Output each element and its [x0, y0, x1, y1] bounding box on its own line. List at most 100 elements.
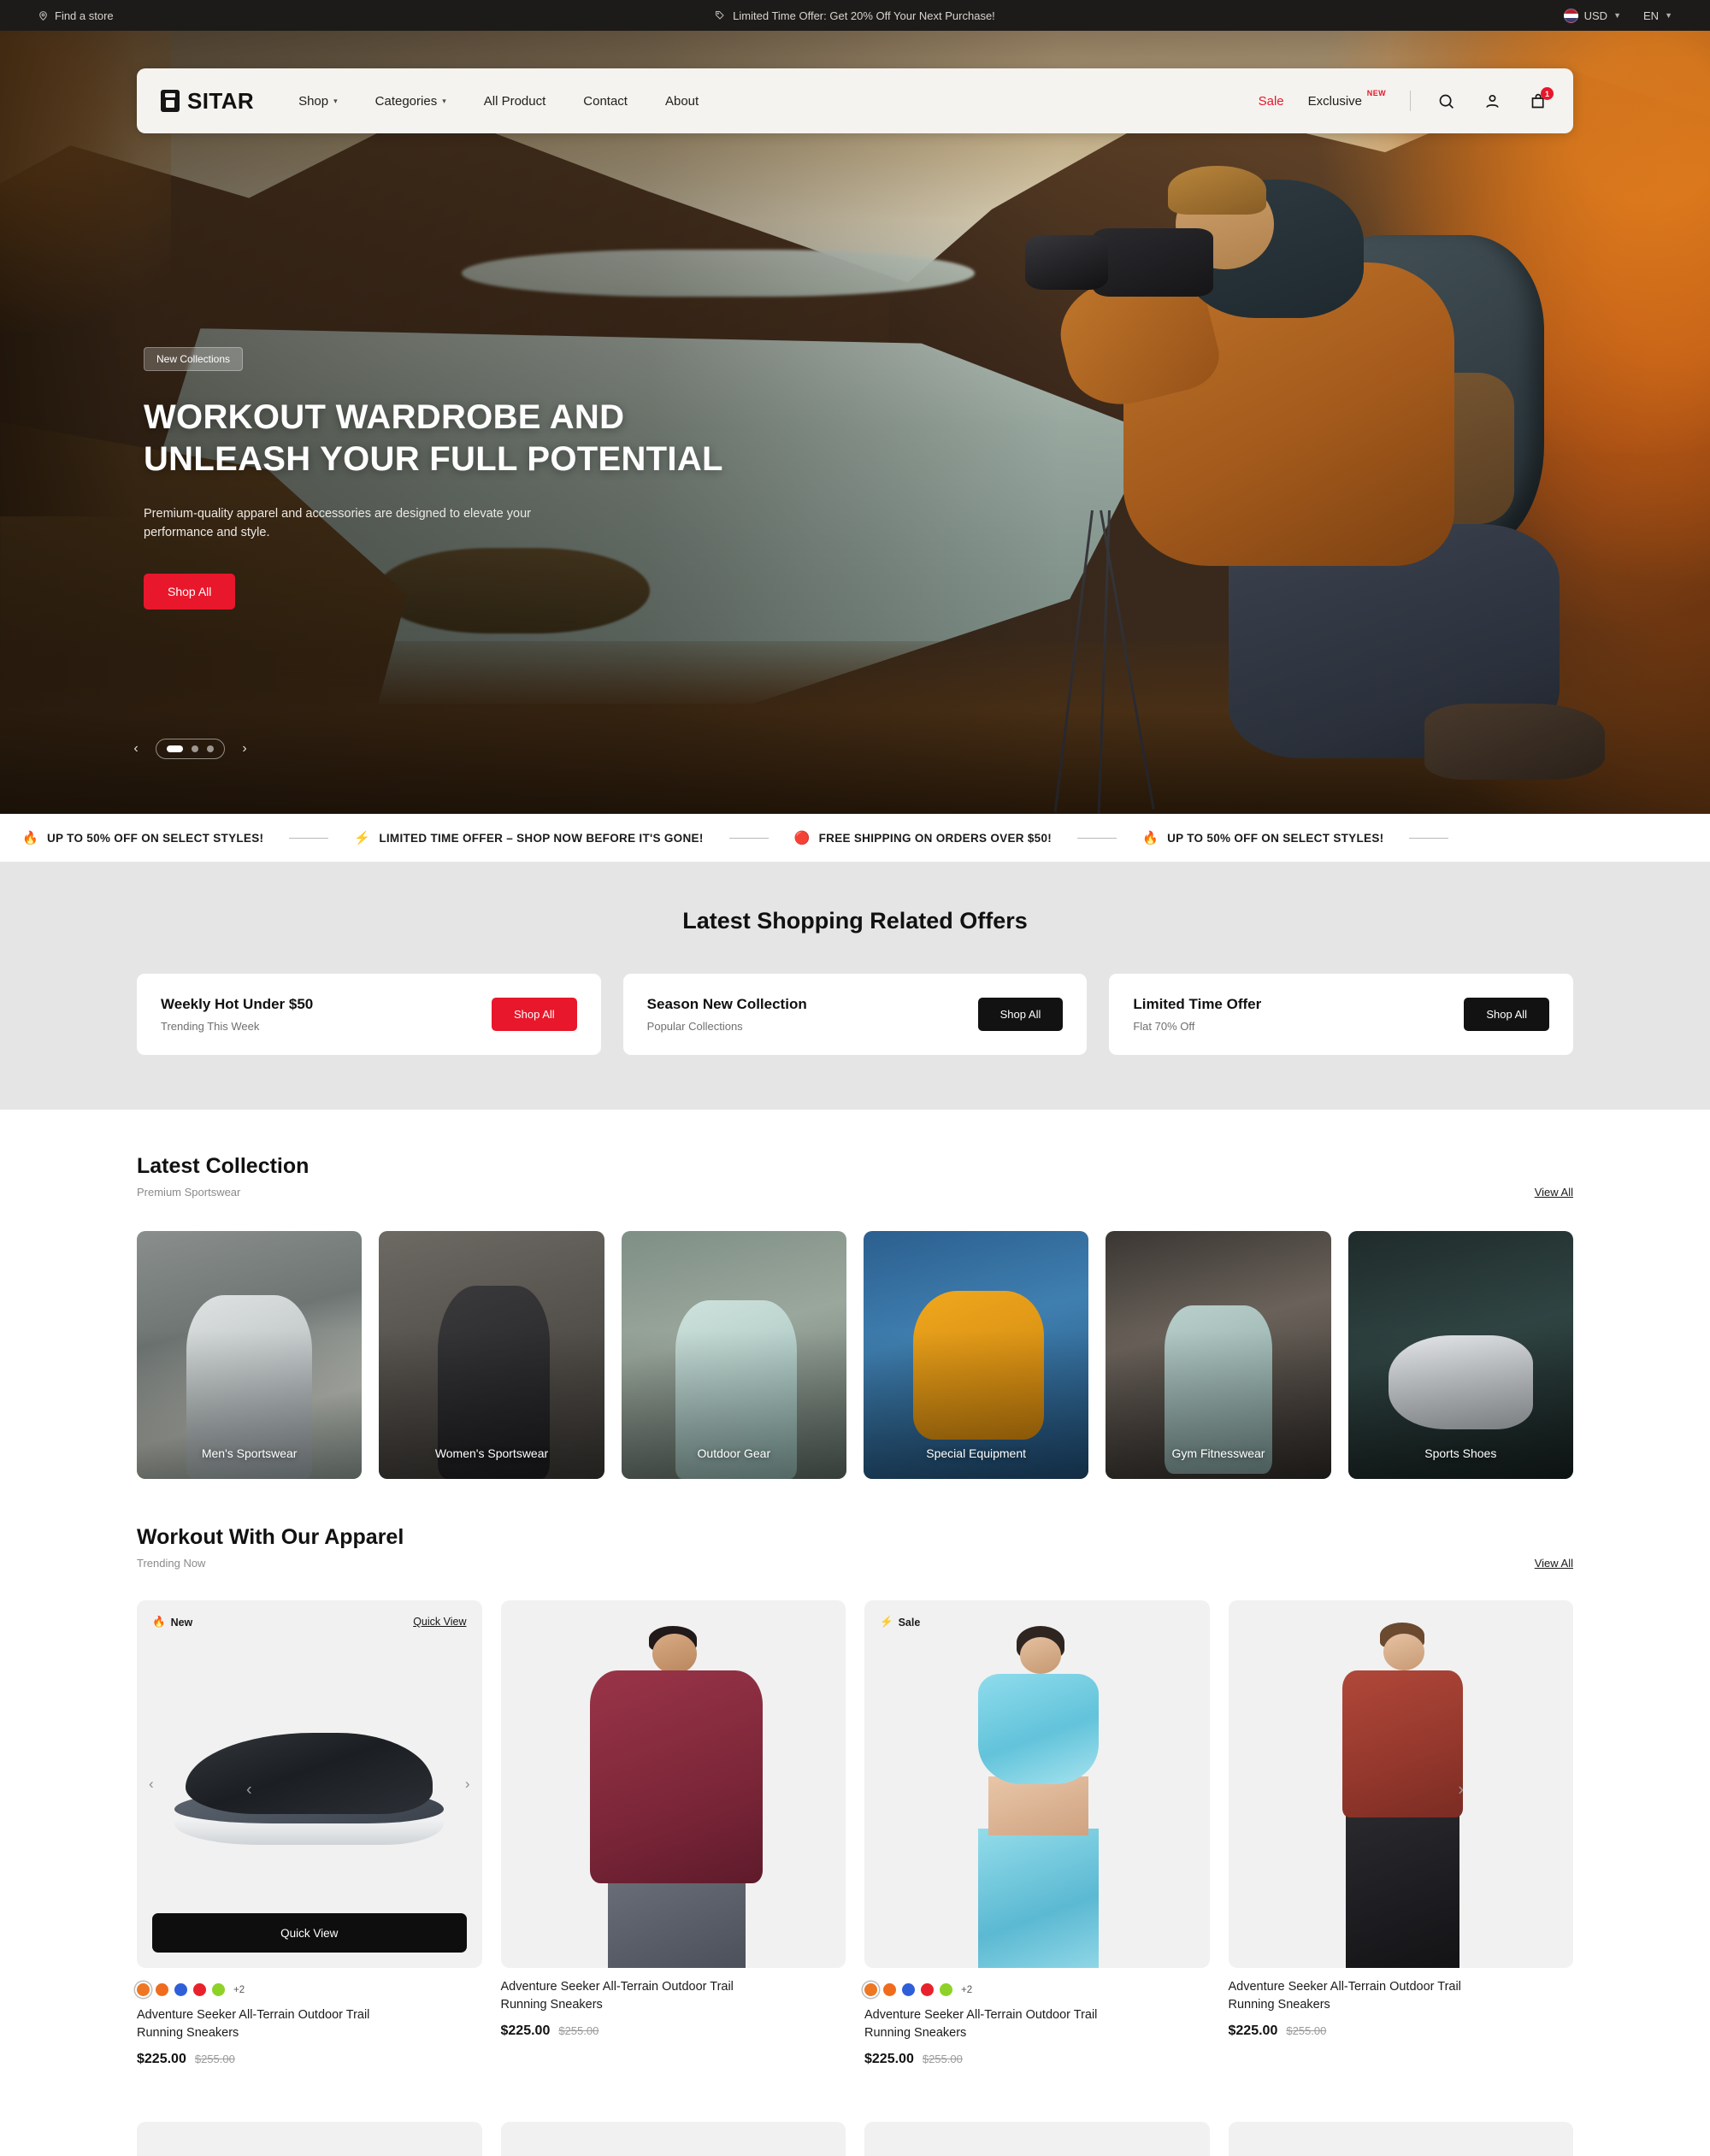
color-swatch[interactable]: [864, 1983, 877, 1996]
category-overlay: [1347, 1231, 1573, 1479]
quick-view-link[interactable]: Quick View: [413, 1616, 466, 1628]
offer-card[interactable]: Limited Time Offer Flat 70% Off Shop All: [1109, 974, 1574, 1055]
color-swatch[interactable]: [921, 1983, 934, 1996]
category-card-gym-fitnesswear[interactable]: Gym Fitnesswear: [1106, 1231, 1331, 1479]
currency-selector[interactable]: USD ▼: [1563, 8, 1621, 23]
nav-label: Categories: [374, 93, 438, 109]
find-a-store-link[interactable]: Find a store: [38, 9, 114, 22]
product-card[interactable]: ⚡ Sale +2 Adventure Seeker All-Terrain O…: [864, 1600, 1210, 2067]
nav-item-about[interactable]: About: [665, 94, 699, 109]
section-title-block: Latest Collection Premium Sportswear: [137, 1154, 309, 1199]
carousel-dot-3[interactable]: [207, 745, 214, 752]
carousel-next-icon[interactable]: ›: [237, 741, 252, 757]
product-title: Adventure Seeker All-Terrain Outdoor Tra…: [500, 1980, 734, 2012]
exclusive-new-badge: NEW: [1366, 88, 1386, 97]
category-card-special-equipment[interactable]: Special Equipment: [863, 1231, 1089, 1479]
bolt-icon: ⚡: [880, 1616, 893, 1628]
offer-card[interactable]: Season New Collection Popular Collection…: [622, 974, 1088, 1055]
color-swatch[interactable]: [883, 1983, 896, 1996]
category-overlay: [379, 1231, 604, 1479]
carousel-dot-2[interactable]: [192, 745, 198, 752]
category-card-outdoor-gear[interactable]: Outdoor Gear: [621, 1231, 846, 1479]
hero-shop-all-button[interactable]: Shop All: [144, 573, 236, 610]
offer-shop-all-button[interactable]: Shop All: [1464, 998, 1550, 1031]
offer-card[interactable]: Weekly Hot Under $50 Trending This Week …: [137, 974, 601, 1055]
product-card[interactable]: 🔥 New Quick View ‹ › Quick View +2 Adven…: [137, 1600, 482, 2067]
carousel-dot-1[interactable]: [167, 745, 183, 752]
search-icon[interactable]: [1435, 90, 1457, 112]
category-label: Gym Fitnesswear: [1171, 1446, 1265, 1460]
color-swatch[interactable]: [174, 1983, 187, 1996]
nav-label: All Product: [483, 93, 546, 109]
peek-card: [1228, 2122, 1573, 2156]
find-a-store-label: Find a store: [55, 9, 114, 22]
product-media: [500, 1600, 846, 1968]
color-swatch[interactable]: [137, 1983, 150, 1996]
page-root: Find a store Limited Time Offer: Get 20%…: [0, 0, 1710, 2156]
product-image-model: [864, 1600, 1210, 1968]
view-all-link[interactable]: View All: [1535, 1186, 1573, 1199]
language-selector[interactable]: EN ▼: [1643, 9, 1672, 22]
ticker-divider: [1077, 837, 1117, 839]
color-swatch[interactable]: [212, 1983, 225, 1996]
quick-view-button[interactable]: Quick View: [152, 1913, 467, 1953]
product-compare-price: $255.00: [194, 2053, 235, 2066]
category-overlay: [621, 1231, 846, 1479]
nav-item-contact[interactable]: Contact: [583, 94, 628, 109]
color-swatches: +2: [137, 1983, 482, 1996]
product-image-prev-icon[interactable]: ‹: [149, 1776, 154, 1793]
more-colors-label[interactable]: +2: [233, 1985, 245, 1995]
product-title: Adventure Seeker All-Terrain Outdoor Tra…: [1228, 1980, 1461, 2012]
category-card-sports-shoes[interactable]: Sports Shoes: [1347, 1231, 1573, 1479]
category-card-womens-sportswear[interactable]: Women's Sportswear: [379, 1231, 604, 1479]
account-icon[interactable]: [1481, 90, 1503, 112]
header-divider: [1410, 91, 1411, 111]
products-prev-icon[interactable]: ‹: [246, 1781, 252, 1800]
category-card-mens-sportswear[interactable]: Men's Sportswear: [137, 1231, 363, 1479]
main-header: SITAR Shop ▾ Categories ▾ All Product Co…: [137, 68, 1573, 133]
nav-item-all-product[interactable]: All Product: [484, 94, 546, 109]
apparel-section: Workout With Our Apparel Trending Now Vi…: [137, 1479, 1573, 2101]
product-media: ⚡ Sale: [864, 1600, 1210, 1968]
color-swatch[interactable]: [940, 1983, 952, 1996]
category-row: Men's Sportswear Women's Sportswear Outd…: [137, 1231, 1573, 1479]
section-header: Latest Collection Premium Sportswear Vie…: [137, 1154, 1573, 1199]
offer-shop-all-button[interactable]: Shop All: [491, 998, 577, 1031]
color-swatch[interactable]: [902, 1983, 915, 1996]
product-price-block: $225.00 $255.00: [1229, 2023, 1574, 2039]
product-card[interactable]: Adventure Seeker All-Terrain Outdoor Tra…: [500, 1600, 846, 2067]
product-price: $225.00: [864, 2052, 914, 2067]
category-label: Sports Shoes: [1424, 1446, 1497, 1460]
sale-link[interactable]: Sale: [1259, 94, 1284, 109]
product-price-block: $225.00 $255.00: [501, 2023, 846, 2039]
category-overlay: [863, 1231, 1089, 1479]
offer-text-block: Season New Collection Popular Collection…: [647, 996, 807, 1033]
fire-icon: 🔥: [152, 1616, 166, 1628]
category-label: Outdoor Gear: [697, 1446, 771, 1460]
hero-title-line-2: UNLEASH YOUR FULL POTENTIAL: [144, 439, 723, 478]
product-card[interactable]: Adventure Seeker All-Terrain Outdoor Tra…: [1228, 1600, 1574, 2067]
offer-subtitle: Trending This Week: [161, 1020, 260, 1033]
location-pin-icon: [38, 10, 49, 21]
hero-title: WORKOUT WARDROBE AND UNLEASH YOUR FULL P…: [144, 397, 742, 480]
category-overlay: [137, 1231, 363, 1479]
color-swatch[interactable]: [156, 1983, 168, 1996]
nav-item-categories[interactable]: Categories ▾: [375, 94, 446, 109]
color-swatch[interactable]: [193, 1983, 206, 1996]
cart-icon[interactable]: 1: [1527, 87, 1554, 112]
products-next-icon[interactable]: ›: [1458, 1781, 1464, 1800]
more-colors-label[interactable]: +2: [961, 1985, 972, 1995]
exclusive-link[interactable]: Exclusive NEW: [1308, 89, 1386, 109]
nav-label: Shop: [298, 93, 329, 109]
announcement-bar: Find a store Limited Time Offer: Get 20%…: [0, 0, 1710, 31]
offer-title: Weekly Hot Under $50: [161, 996, 314, 1012]
offer-shop-all-button[interactable]: Shop All: [977, 998, 1064, 1031]
brand-logo[interactable]: SITAR: [161, 88, 254, 115]
header-actions: Sale Exclusive NEW 1: [1259, 87, 1554, 112]
view-all-link[interactable]: View All: [1535, 1557, 1573, 1570]
product-price: $225.00: [137, 2052, 186, 2067]
nav-item-shop[interactable]: Shop ▾: [298, 94, 338, 109]
fire-icon: 🔥: [22, 831, 38, 845]
carousel-prev-icon[interactable]: ‹: [128, 741, 144, 757]
product-image-next-icon[interactable]: ›: [465, 1776, 470, 1793]
